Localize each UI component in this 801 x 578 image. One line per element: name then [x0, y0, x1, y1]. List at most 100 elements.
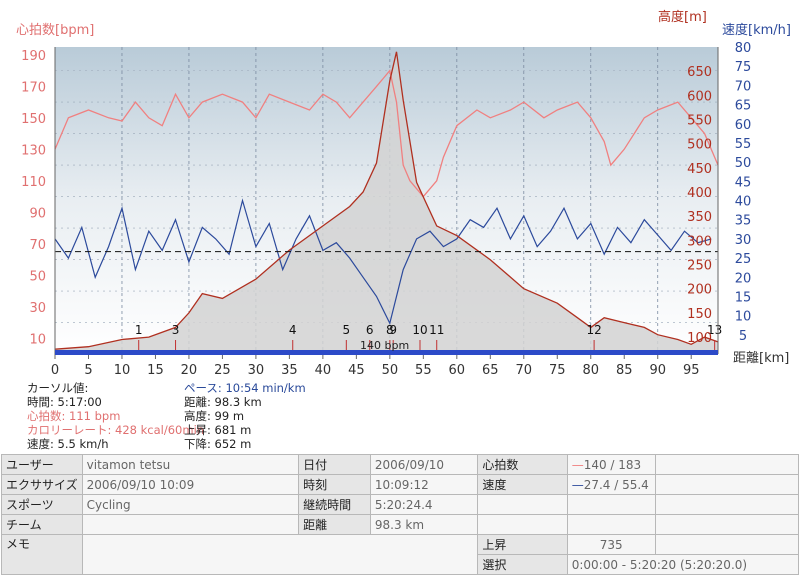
speed-axis-title: 速度[km/h] — [722, 22, 791, 38]
cursor-calorie: カロリーレート: 428 kcal/60min — [27, 423, 205, 437]
x-tick-label: 60 — [449, 363, 466, 378]
altitude-tick-label: 150 — [687, 307, 712, 322]
speed-tick-label: 50 — [735, 156, 752, 171]
speed-tick-label: 80 — [735, 41, 752, 56]
table-row: エクササイズ 2006/09/10 10:09 時刻 10:09:12 速度 —… — [1, 474, 800, 495]
cycling-chart[interactable]: 1 3 4 5 6 89 10 11 12 13 0 5 10 15 20 25 30 35 40 45 50 55 60… — [0, 0, 801, 378]
ascent-label: 上昇 — [477, 534, 568, 555]
altitude-tick-label: 100 — [687, 331, 712, 346]
x-tick-label: 70 — [516, 363, 533, 378]
x-tick-label: 95 — [683, 363, 700, 378]
hr-tick-label: 150 — [21, 112, 46, 127]
time-value: 10:09:12 — [369, 474, 479, 495]
sport-value: Cycling — [81, 494, 300, 515]
hr-tick-label: 90 — [29, 206, 46, 221]
hr-summary-value: —140 / 183 — [566, 454, 656, 475]
selection-value[interactable]: 0:00:00 - 5:20:20 (5:20:20.0) — [566, 554, 800, 575]
cursor-altitude: 高度: 99 m — [184, 409, 245, 423]
lap-marker-label: 6 — [366, 323, 374, 337]
cursor-pace: ペース: 10:54 min/km — [184, 381, 306, 395]
duration-label: 継続時間 — [298, 494, 371, 515]
cursor-time: 時間: 5:17:00 — [27, 395, 102, 409]
speed-summary-label: 速度 — [477, 474, 568, 495]
x-tick-label: 40 — [315, 363, 332, 378]
x-tick-label: 75 — [549, 363, 566, 378]
speed-tick-label: 40 — [735, 195, 752, 210]
table-row: メモ 上昇 735 — [1, 534, 800, 575]
speed-tick-label: 15 — [735, 290, 752, 305]
duration-value: 5:20:24.4 — [369, 494, 479, 515]
cursor-distance: 距離: 98.3 km — [184, 395, 262, 409]
hr-tick-label: 10 — [29, 332, 46, 347]
altitude-tick-label: 600 — [687, 89, 712, 104]
x-tick-label: 85 — [616, 363, 633, 378]
lap-marker-label: 3 — [172, 323, 180, 337]
date-label: 日付 — [298, 454, 371, 475]
altitude-axis-title: 高度[m] — [658, 9, 707, 25]
speed-tick-label: 30 — [735, 233, 752, 248]
x-tick-label: 80 — [582, 363, 599, 378]
cursor-values-panel-2: ペース: 10:54 min/km 距離: 98.3 km 高度: 99 m 上… — [184, 381, 306, 451]
lap-marker-label: 9 — [389, 323, 397, 337]
altitude-tick-label: 250 — [687, 259, 712, 274]
speed-tick-label: 10 — [735, 310, 752, 325]
lap-marker-label: 10 — [412, 323, 427, 337]
speed-tick-label: 45 — [735, 175, 752, 190]
team-value — [81, 514, 300, 535]
x-tick-label: 15 — [147, 363, 164, 378]
lap-marker-label: 11 — [429, 323, 444, 337]
cursor-hr: 心拍数: 111 bpm — [27, 409, 121, 423]
date-value: 2006/09/10 — [369, 454, 479, 475]
speed-tick-label: 25 — [735, 252, 752, 267]
hr-tick-label: 110 — [21, 175, 46, 190]
speed-summary-value: —27.4 / 55.4 — [566, 474, 656, 495]
x-tick-label: 90 — [649, 363, 666, 378]
cursor-descent: 下降: 652 m — [184, 437, 252, 451]
speed-tick-label: 70 — [735, 79, 752, 94]
distance-axis-title: 距離[km] — [733, 351, 789, 366]
table-row: ユーザー vitamon tetsu 日付 2006/09/10 心拍数 —14… — [1, 454, 800, 475]
x-tick-label: 20 — [181, 363, 198, 378]
lap-marker-label: 1 — [135, 323, 143, 337]
team-label: チーム — [1, 514, 83, 535]
x-tick-label: 55 — [415, 363, 432, 378]
lap-marker-label: 12 — [586, 323, 601, 337]
altitude-tick-label: 200 — [687, 283, 712, 298]
exercise-value: 2006/09/10 10:09 — [81, 474, 300, 495]
cursor-values-panel: カーソル値: 時間: 5:17:00 心拍数: 111 bpm カロリーレート:… — [27, 381, 204, 451]
distance-value: 98.3 km — [369, 514, 479, 535]
cursor-ascent: 上昇: 681 m — [184, 423, 252, 437]
memo-label: メモ — [1, 534, 83, 575]
altitude-tick-label: 500 — [687, 138, 712, 153]
hr-axis-title: 心拍数[bpm] — [16, 23, 94, 38]
altitude-tick-label: 650 — [687, 65, 712, 80]
lap-marker-label: 5 — [342, 323, 350, 337]
hr-tick-label: 130 — [21, 143, 46, 158]
speed-tick-label: 60 — [735, 118, 752, 133]
altitude-tick-label: 550 — [687, 114, 712, 129]
speed-tick-label: 55 — [735, 137, 752, 152]
hr-tick-label: 70 — [29, 238, 46, 253]
selection-label: 選択 — [477, 554, 568, 575]
hr-tick-label: 50 — [29, 269, 46, 284]
user-value: vitamon tetsu — [81, 454, 300, 475]
x-tick-label: 0 — [51, 363, 59, 378]
x-tick-label: 65 — [482, 363, 499, 378]
hr-tick-label: 30 — [29, 301, 46, 316]
x-tick-label: 35 — [281, 363, 298, 378]
x-tick-label: 30 — [248, 363, 265, 378]
x-tick-label: 5 — [84, 363, 92, 378]
table-row: スポーツ Cycling 継続時間 5:20:24.4 — [1, 494, 800, 515]
hr-summary-label: 心拍数 — [477, 454, 568, 475]
cursor-speed: 速度: 5.5 km/h — [27, 437, 109, 451]
sport-label: スポーツ — [1, 494, 83, 515]
speed-tick-label: 35 — [735, 214, 752, 229]
x-tick-label: 45 — [348, 363, 365, 378]
altitude-tick-label: 350 — [687, 210, 712, 225]
speed-tick-label: 5 — [739, 329, 747, 344]
reference-line-label: 140 bpm — [360, 339, 409, 352]
x-tick-label: 25 — [214, 363, 231, 378]
x-tick-label: 10 — [114, 363, 131, 378]
distance-label: 距離 — [298, 514, 371, 535]
exercise-summary-table: ユーザー vitamon tetsu 日付 2006/09/10 心拍数 —14… — [1, 454, 800, 575]
